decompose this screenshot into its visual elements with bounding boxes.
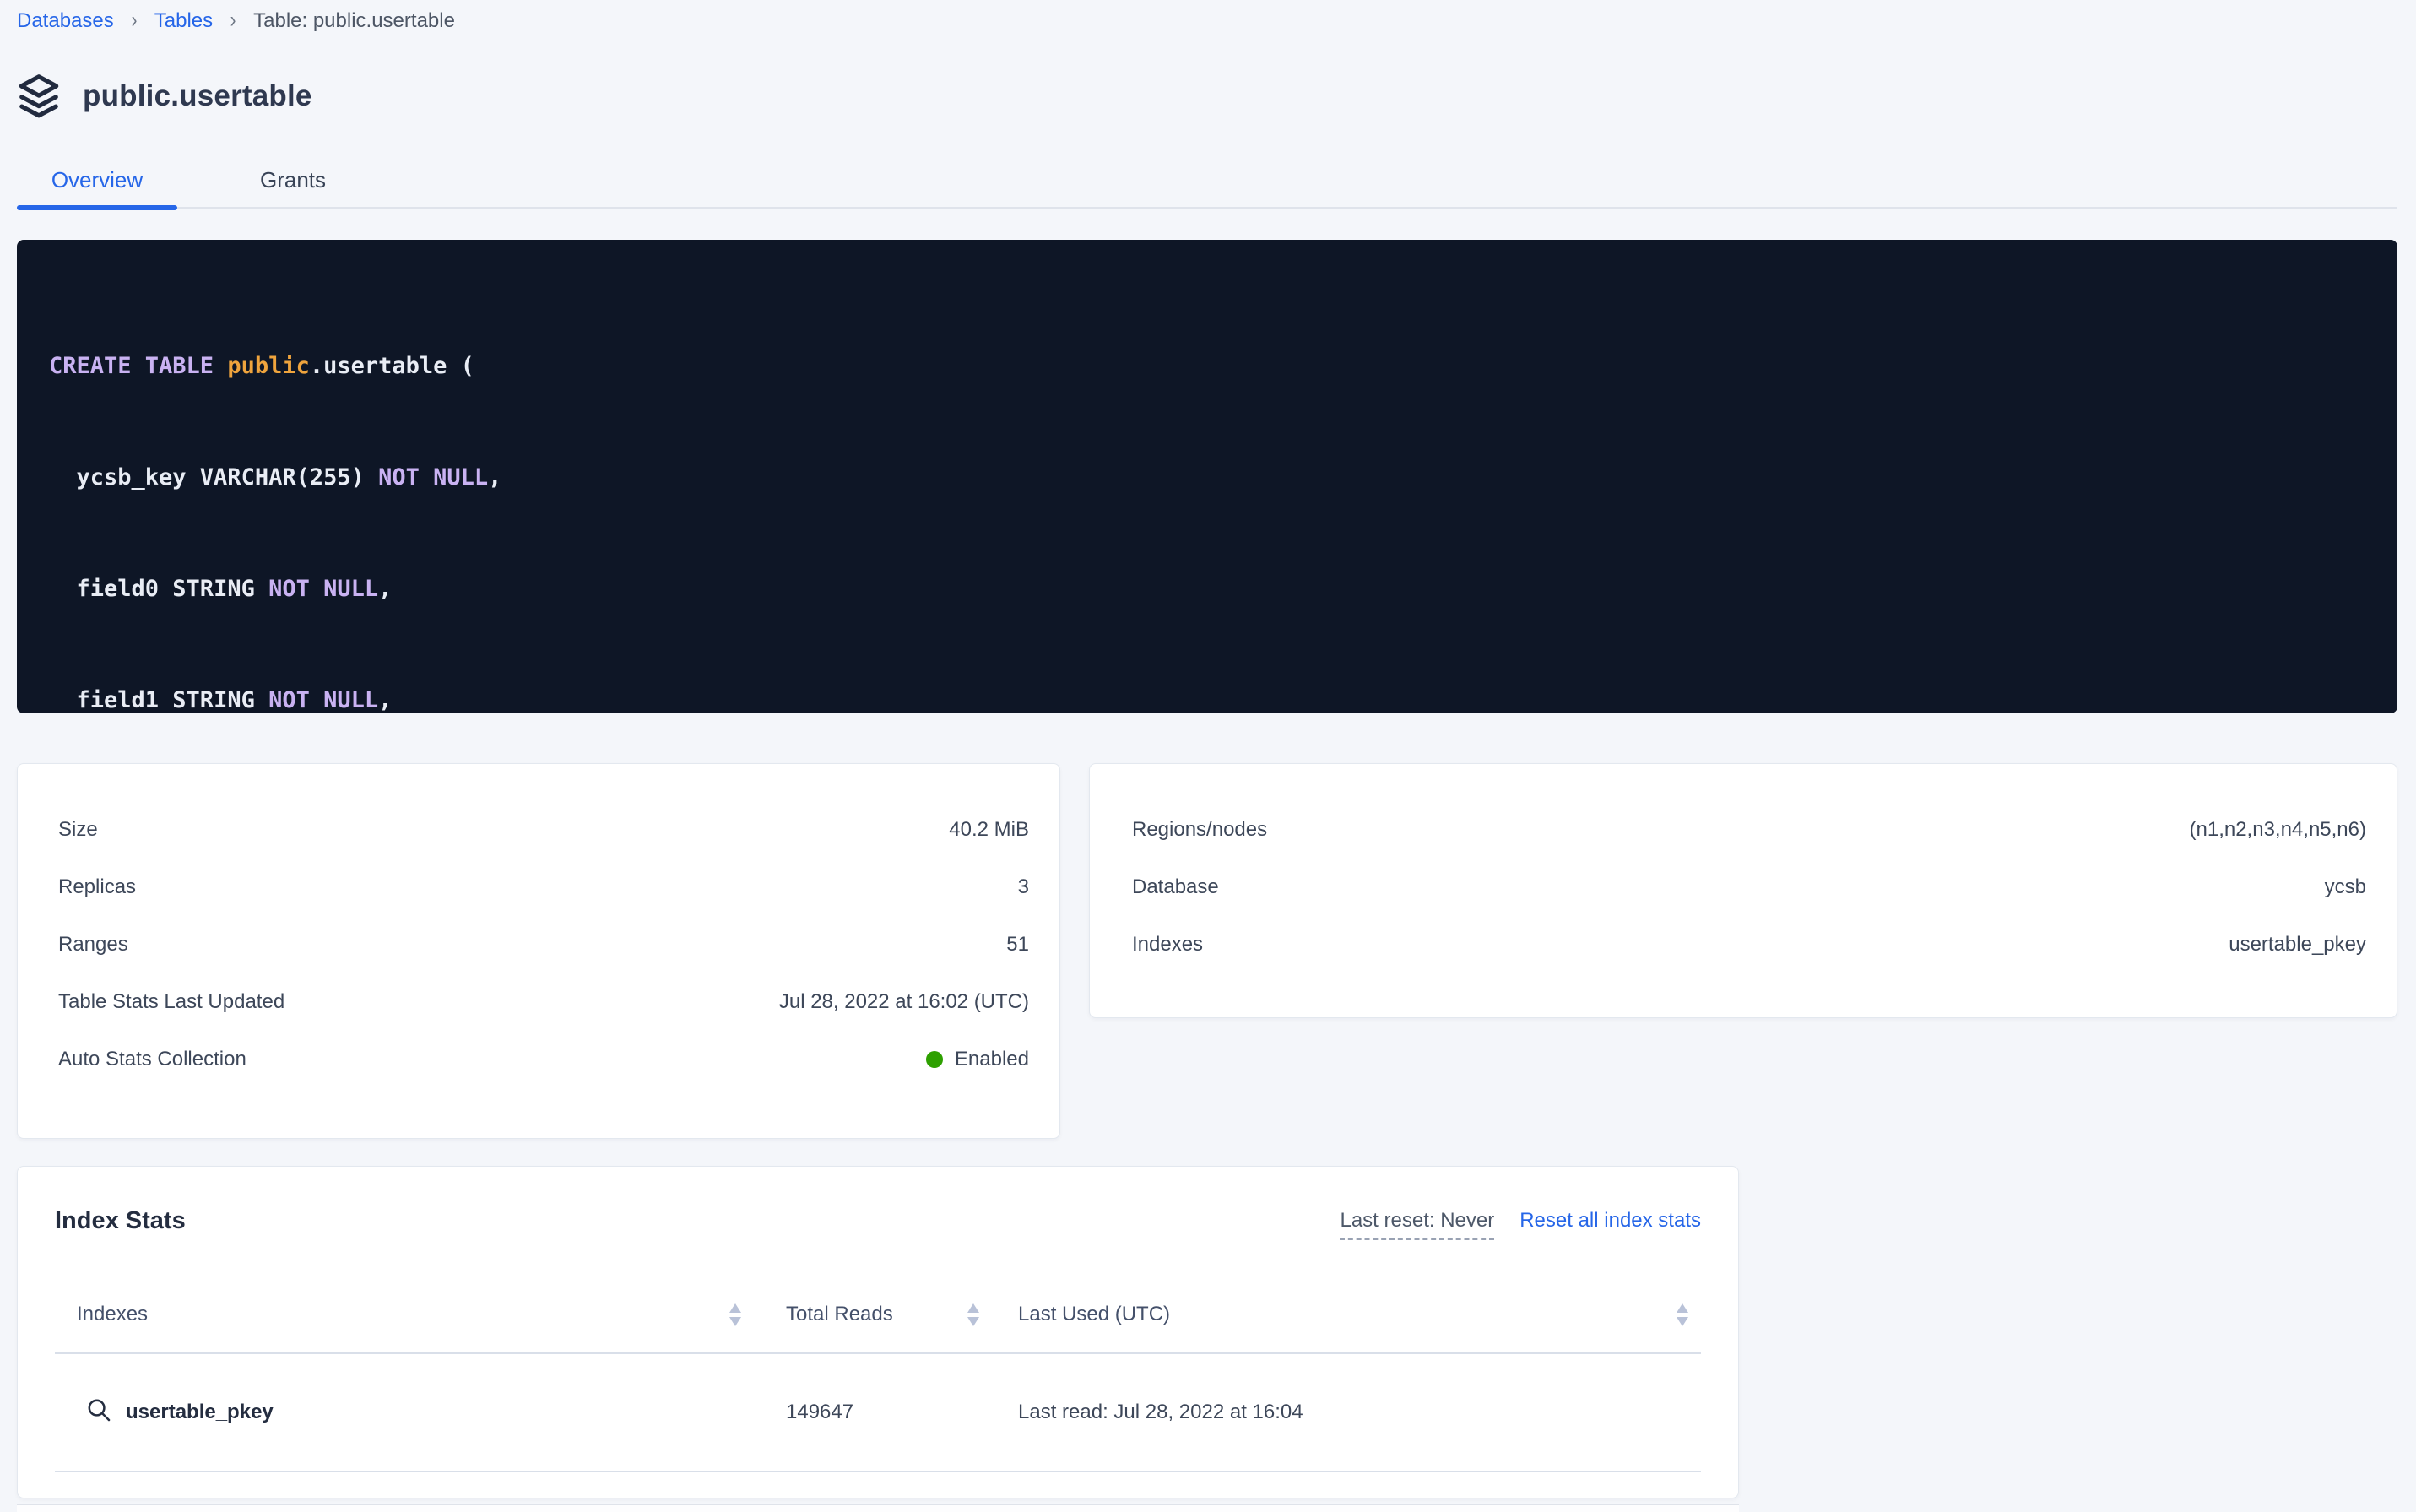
sql-code-line: CREATE TABLE public.usertable ( xyxy=(49,348,2364,385)
table-info-card: Regions/nodes (n1,n2,n3,n4,n5,n6) Databa… xyxy=(1089,763,2397,1018)
stat-value: Jul 28, 2022 at 16:02 (UTC) xyxy=(779,990,1029,1014)
stat-label: Regions/nodes xyxy=(1132,818,1267,842)
stat-label: Table Stats Last Updated xyxy=(58,990,284,1014)
index-stats-header: Index Stats Last reset: Never Reset all … xyxy=(55,1206,1701,1240)
column-label: Indexes xyxy=(77,1303,148,1326)
sort-arrows-icon[interactable] xyxy=(729,1303,742,1326)
table-stats-card: Size 40.2 MiB Replicas 3 Ranges 51 Table… xyxy=(17,763,1060,1139)
chevron-right-icon: › xyxy=(230,8,236,35)
stat-label: Database xyxy=(1132,875,1219,899)
sql-column-type: STRING xyxy=(172,576,255,602)
page-title: public.usertable xyxy=(83,79,312,113)
total-reads-cell: 149647 xyxy=(786,1401,983,1424)
tab-bar: Overview Grants xyxy=(17,149,2397,209)
stat-row-ranges: Ranges 51 xyxy=(58,916,1029,973)
column-label: Last Used (UTC) xyxy=(1018,1303,1170,1326)
next-section-edge xyxy=(17,1504,1739,1512)
column-header-total-reads[interactable]: Total Reads xyxy=(786,1303,983,1326)
tab-grants-label: Grants xyxy=(260,167,326,192)
sql-column-type: VARCHAR(255) xyxy=(200,464,365,490)
active-tab-underline xyxy=(17,205,177,210)
sql-keyword: NOT NULL xyxy=(268,687,378,713)
tab-grants[interactable]: Grants xyxy=(213,149,373,207)
stat-value: 51 xyxy=(1006,933,1029,957)
index-stats-table: Indexes Total Reads Last Used (UTC) xyxy=(55,1282,1701,1472)
status-badge: Enabled xyxy=(926,1048,1029,1071)
stat-row-size: Size 40.2 MiB xyxy=(58,801,1029,859)
search-icon xyxy=(85,1396,112,1429)
sort-arrows-icon[interactable] xyxy=(967,1303,980,1326)
stat-label: Size xyxy=(58,818,98,842)
sql-schema-name: public xyxy=(227,353,310,379)
status-dot-enabled xyxy=(926,1051,943,1068)
last-used-cell: Last read: Jul 28, 2022 at 16:04 xyxy=(1018,1401,1701,1424)
sql-column-name: field0 xyxy=(77,576,160,602)
last-reset-label: Last reset: Never xyxy=(1340,1209,1494,1240)
stat-value: 40.2 MiB xyxy=(949,818,1029,842)
sql-column-type: STRING xyxy=(172,687,255,713)
summary-cards: Size 40.2 MiB Replicas 3 Ranges 51 Table… xyxy=(17,763,2397,1139)
reset-index-stats-link[interactable]: Reset all index stats xyxy=(1519,1209,1701,1233)
column-header-last-used[interactable]: Last Used (UTC) xyxy=(1018,1303,1701,1326)
index-stats-controls: Last reset: Never Reset all index stats xyxy=(1340,1209,1701,1240)
stat-row-database: Database ycsb xyxy=(1132,859,2366,916)
index-stats-card: Index Stats Last reset: Never Reset all … xyxy=(17,1166,1739,1498)
breadcrumb-link-databases[interactable]: Databases xyxy=(17,9,114,33)
sql-column-name: ycsb_key xyxy=(77,464,187,490)
sql-column-name: field1 xyxy=(77,687,160,713)
stat-value: usertable_pkey xyxy=(2229,933,2366,957)
stat-label: Replicas xyxy=(58,875,136,899)
sql-comma: , xyxy=(378,576,392,602)
stack-icon xyxy=(17,73,61,120)
stat-row-indexes: Indexes usertable_pkey xyxy=(1132,916,2366,973)
stat-value: 3 xyxy=(1018,875,1029,899)
column-label: Total Reads xyxy=(786,1303,893,1326)
index-stats-title: Index Stats xyxy=(55,1206,186,1236)
stat-row-regions: Regions/nodes (n1,n2,n3,n4,n5,n6) xyxy=(1132,801,2366,859)
stat-label: Indexes xyxy=(1132,933,1203,957)
tab-overview-label: Overview xyxy=(51,167,143,192)
sort-arrows-icon[interactable] xyxy=(1676,1303,1689,1326)
sql-code-line: ycsb_key VARCHAR(255) NOT NULL, xyxy=(49,459,2364,496)
breadcrumb-current: Table: public.usertable xyxy=(253,9,455,33)
stat-row-auto-stats: Auto Stats Collection Enabled xyxy=(58,1031,1029,1088)
status-text: Enabled xyxy=(955,1048,1029,1071)
sql-code-line: field0 STRING NOT NULL, xyxy=(49,571,2364,608)
page-content: Databases › Tables › Table: public.usert… xyxy=(0,0,2416,1512)
breadcrumb-link-tables[interactable]: Tables xyxy=(154,9,213,33)
sql-keyword: NOT NULL xyxy=(268,576,378,602)
sql-keyword: NOT NULL xyxy=(378,464,488,490)
sql-code-line: field1 STRING NOT NULL, xyxy=(49,682,2364,713)
sql-create-statement: CREATE TABLE public.usertable ( ycsb_key V… xyxy=(17,240,2397,713)
breadcrumb: Databases › Tables › Table: public.usert… xyxy=(17,0,2397,34)
table-header-row: Indexes Total Reads Last Used (UTC) xyxy=(55,1282,1701,1354)
stat-label: Ranges xyxy=(58,933,128,957)
sql-keyword: CREATE TABLE xyxy=(49,353,214,379)
sql-table-name: .usertable ( xyxy=(310,353,474,379)
stat-row-replicas: Replicas 3 xyxy=(58,859,1029,916)
sql-comma: , xyxy=(378,687,392,713)
column-header-indexes[interactable]: Indexes xyxy=(55,1303,756,1326)
chevron-right-icon: › xyxy=(131,8,137,35)
stat-value: (n1,n2,n3,n4,n5,n6) xyxy=(2190,818,2367,842)
stat-row-stats-updated: Table Stats Last Updated Jul 28, 2022 at… xyxy=(58,973,1029,1031)
tab-overview[interactable]: Overview xyxy=(17,149,177,207)
table-row: usertable_pkey 149647 Last read: Jul 28,… xyxy=(55,1354,1701,1472)
page-header: public.usertable xyxy=(17,73,2397,120)
index-name-cell[interactable]: usertable_pkey xyxy=(55,1396,756,1429)
index-name[interactable]: usertable_pkey xyxy=(126,1401,274,1424)
stat-label: Auto Stats Collection xyxy=(58,1048,246,1071)
stat-value: ycsb xyxy=(2325,875,2366,899)
sql-comma: , xyxy=(488,464,501,490)
